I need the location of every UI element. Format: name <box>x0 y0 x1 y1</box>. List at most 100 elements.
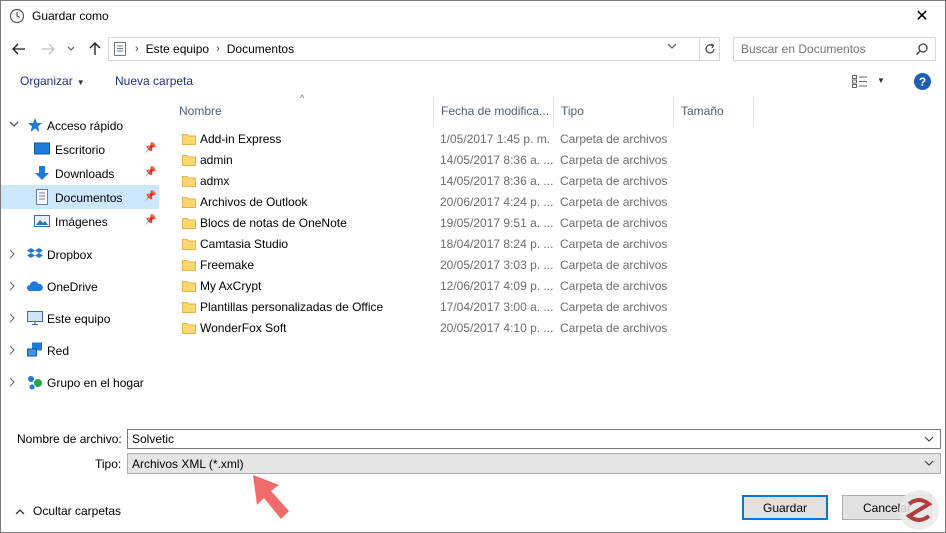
window-title: Guardar como <box>32 9 109 23</box>
address-bar[interactable]: › Este equipo › Documentos <box>108 37 700 61</box>
nav-item-onedrive[interactable]: OneDrive <box>1 274 159 298</box>
hide-folders-label: Ocultar carpetas <box>33 504 122 518</box>
folder-icon <box>182 155 196 166</box>
file-row[interactable]: WonderFox Soft 20/05/2017 4:10 p. ... Carp… <box>179 318 779 339</box>
file-name: Blocs de notas de OneNote <box>200 216 347 230</box>
column-header-type[interactable]: Tipo <box>554 97 674 124</box>
pin-icon[interactable]: 📌 <box>144 191 156 202</box>
file-date: 14/05/2017 8:36 a. ... <box>440 153 554 167</box>
search-input[interactable] <box>741 42 911 56</box>
chevron-right-icon[interactable] <box>9 377 16 387</box>
pin-icon[interactable]: 📌 <box>144 215 156 226</box>
file-date: 14/05/2017 8:36 a. ... <box>440 174 554 188</box>
chevron-down-icon[interactable] <box>9 121 19 128</box>
file-type: Carpeta de archivos <box>560 258 668 272</box>
arrow-up-icon <box>89 42 101 55</box>
column-header-size[interactable]: Tamaño <box>674 97 754 124</box>
chevron-right-icon: › <box>135 43 139 55</box>
nav-item-downloads[interactable]: Downloads 📌 <box>1 161 159 185</box>
download-icon <box>35 166 49 180</box>
pin-icon[interactable]: 📌 <box>144 167 156 178</box>
hide-folders-toggle[interactable]: Ocultar carpetas <box>15 504 121 518</box>
chevron-right-icon[interactable] <box>9 345 16 355</box>
nav-item-imagenes[interactable]: Imágenes 📌 <box>1 209 159 233</box>
organizar-label: Organizar <box>20 74 73 88</box>
help-button[interactable]: ? <box>914 73 931 90</box>
document-icon <box>36 189 48 205</box>
file-date: 17/04/2017 3:00 a. ... <box>440 300 554 314</box>
column-header-date[interactable]: Fecha de modifica... <box>434 97 554 124</box>
file-row[interactable]: My AxCrypt 12/06/2017 4:09 p. ... Carpeta … <box>179 276 779 297</box>
arrow-right-icon <box>42 43 55 55</box>
file-row[interactable]: admx 14/05/2017 8:36 a. ... Carpeta de arc… <box>179 171 779 192</box>
folder-icon <box>182 260 196 271</box>
nav-label: OneDrive <box>47 280 98 294</box>
file-row[interactable]: Archivos de Outlook 20/06/2017 4:24 p. ..… <box>179 192 779 213</box>
view-options-caret-icon[interactable]: ▼ <box>877 76 885 85</box>
nav-item-escritorio[interactable]: Escritorio 📌 <box>1 137 159 161</box>
refresh-button[interactable] <box>700 37 720 61</box>
folder-icon <box>182 323 196 334</box>
new-folder-label: Nueva carpeta <box>115 74 194 88</box>
refresh-icon <box>704 43 715 54</box>
chevron-right-icon[interactable] <box>9 249 16 259</box>
filetype-label: Tipo: <box>95 457 122 471</box>
pictures-icon <box>34 215 50 227</box>
nav-item-acceso-rapido[interactable]: Acceso rápido <box>1 113 159 137</box>
details-view-icon[interactable] <box>852 75 868 88</box>
recent-locations-button[interactable] <box>64 38 78 60</box>
organizar-button[interactable]: Organizar ▼ <box>20 74 85 88</box>
command-bar: Organizar ▼ Nueva carpeta ▼ ? <box>1 67 945 97</box>
chevron-right-icon[interactable] <box>9 281 16 291</box>
folder-icon <box>182 134 196 145</box>
file-row[interactable]: Camtasia Studio 18/04/2017 8:24 p. ... Car… <box>179 234 779 255</box>
chevron-down-icon[interactable] <box>667 43 677 50</box>
cloud-icon <box>27 281 43 291</box>
file-row[interactable]: Add-in Express 1/05/2017 1:45 p. m. Carpet… <box>179 129 779 150</box>
desktop-icon <box>34 142 50 155</box>
file-name: Freemake <box>200 258 255 272</box>
pin-icon[interactable]: 📌 <box>144 143 156 154</box>
nav-label: Acceso rápido <box>47 119 124 133</box>
file-type: Carpeta de archivos <box>560 216 668 230</box>
file-type: Carpeta de archivos <box>560 237 668 251</box>
folder-icon <box>182 176 196 187</box>
filename-field[interactable] <box>127 429 941 449</box>
nav-item-red[interactable]: Red <box>1 338 159 362</box>
breadcrumb-este-equipo[interactable]: Este equipo <box>146 42 209 56</box>
folder-icon <box>182 197 196 208</box>
file-type: Carpeta de archivos <box>560 174 668 188</box>
network-icon <box>27 342 42 357</box>
chevron-down-icon[interactable] <box>924 436 934 443</box>
file-date: 1/05/2017 1:45 p. m. <box>440 132 551 146</box>
nav-item-dropbox[interactable]: Dropbox <box>1 242 159 266</box>
dropbox-icon <box>27 248 43 258</box>
filename-input[interactable] <box>132 432 892 446</box>
filetype-select[interactable]: Archivos XML (*.xml) <box>127 453 941 474</box>
column-header-name[interactable]: Nombre <box>172 97 434 124</box>
filename-label: Nombre de archivo: <box>17 432 122 446</box>
chevron-down-icon <box>67 46 75 51</box>
breadcrumb-documentos[interactable]: Documentos <box>227 42 294 56</box>
new-folder-button[interactable]: Nueva carpeta <box>115 74 193 88</box>
file-row[interactable]: Blocs de notas de OneNote 19/05/2017 9:51… <box>179 213 779 234</box>
filetype-value: Archivos XML (*.xml) <box>132 457 244 471</box>
nav-item-grupo-hogar[interactable]: Grupo en el hogar <box>1 370 159 394</box>
up-button[interactable] <box>85 38 105 60</box>
nav-item-este-equipo[interactable]: Este equipo <box>1 306 159 330</box>
clock-icon <box>9 8 25 24</box>
save-button[interactable]: Guardar <box>742 495 828 520</box>
back-button[interactable] <box>9 38 29 60</box>
folder-icon <box>182 302 196 313</box>
search-box[interactable] <box>733 37 936 61</box>
nav-item-documentos[interactable]: Documentos 📌 <box>1 185 159 209</box>
forward-button[interactable] <box>38 38 58 60</box>
close-button[interactable]: ✕ <box>899 1 945 31</box>
nav-label: Escritorio <box>55 143 106 157</box>
file-row[interactable]: Freemake 20/05/2017 3:03 p. ... Carpeta de… <box>179 255 779 276</box>
file-row[interactable]: Plantillas personalizadas de Office 17/04… <box>179 297 779 318</box>
chevron-right-icon[interactable] <box>9 313 16 323</box>
computer-icon <box>27 311 43 325</box>
file-row[interactable]: admin 14/05/2017 8:36 a. ... Carpeta de ar… <box>179 150 779 171</box>
file-name: admx <box>200 174 230 188</box>
